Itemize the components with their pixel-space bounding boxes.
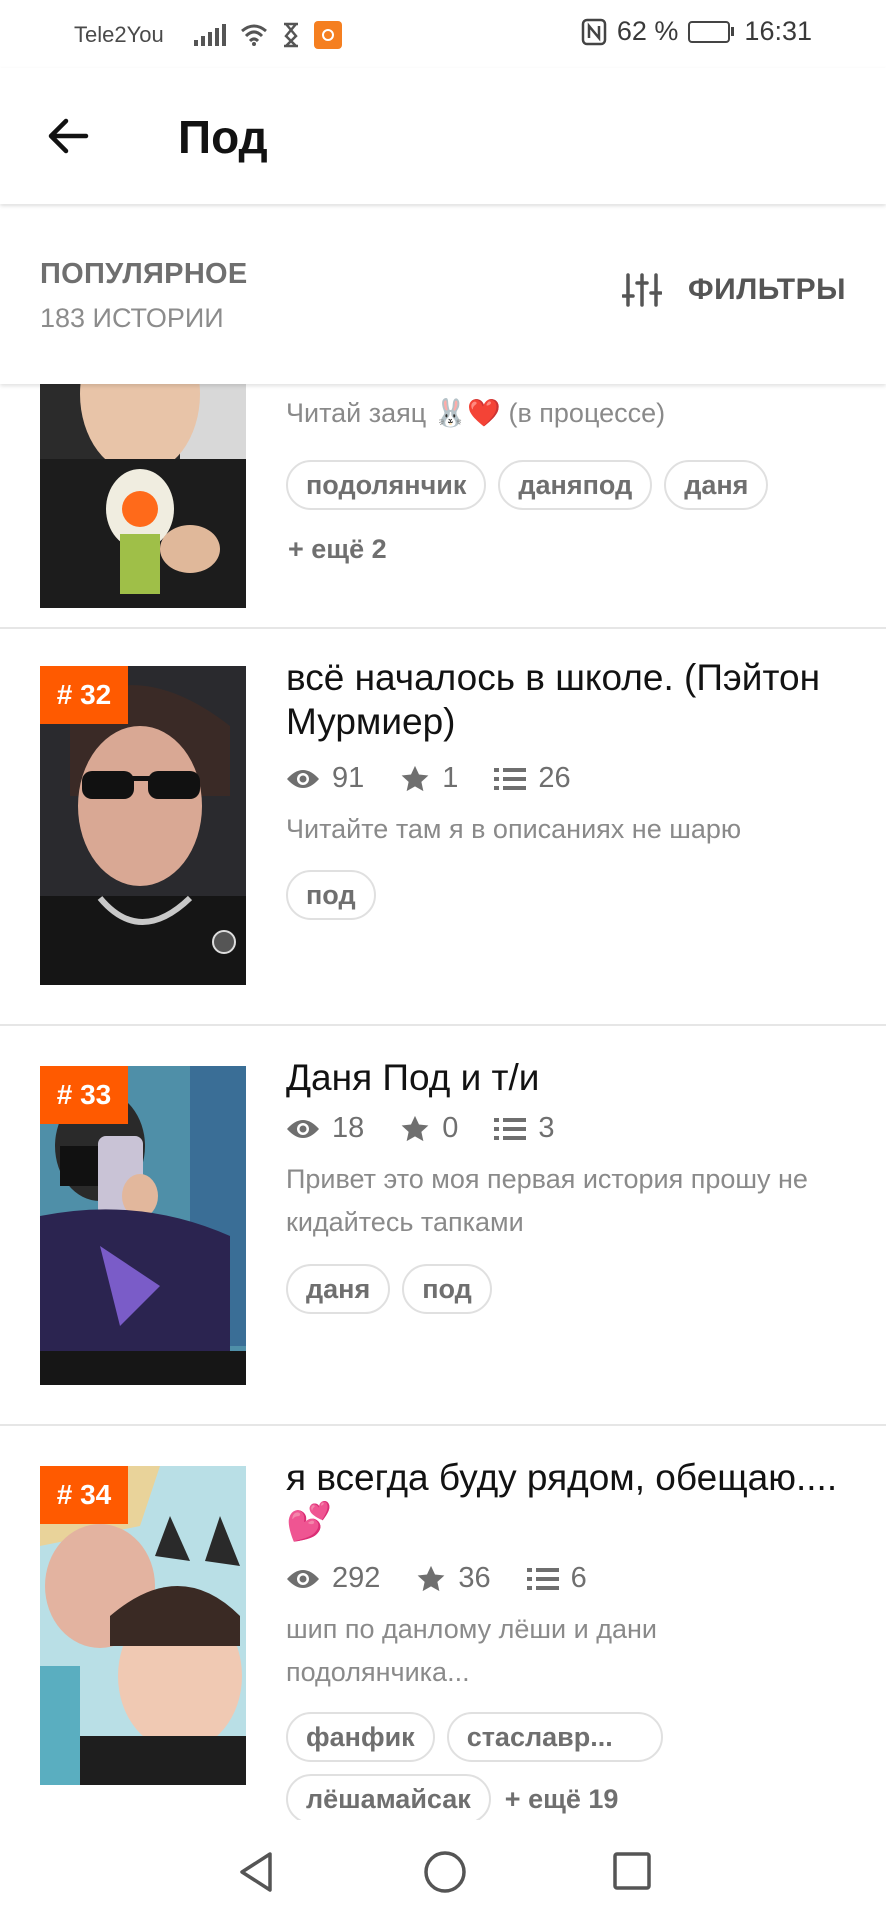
story-tags: подолянчик даняпод даня bbox=[286, 460, 866, 510]
story-description: шип по данлому лёши и дани подолянчика..… bbox=[286, 1614, 657, 1687]
hourglass-icon bbox=[283, 22, 298, 48]
eye-icon bbox=[287, 769, 319, 788]
views-count: 18 bbox=[332, 1112, 365, 1144]
status-bar: Tele2You 62 % 16:31 bbox=[0, 0, 886, 68]
page-title: Под bbox=[178, 111, 268, 163]
tag-chip[interactable]: стаславр... bbox=[446, 1712, 663, 1762]
story-cover-image[interactable]: # 32 bbox=[40, 666, 246, 985]
back-button[interactable] bbox=[40, 112, 96, 160]
story-cover-image[interactable] bbox=[40, 384, 246, 608]
story-stats: 18 0 3 bbox=[286, 1112, 591, 1145]
list-icon bbox=[494, 767, 527, 790]
views-count: 91 bbox=[332, 762, 365, 794]
battery-percent: 62 % bbox=[616, 16, 679, 46]
story-item[interactable]: Читай заяц 🐰❤️ (в процессе) подолянчик д… bbox=[0, 384, 886, 629]
story-tags: фанфик стаславр... лёшамайсак + ещё 19 bbox=[286, 1712, 866, 1820]
tag-chip[interactable]: даняпод bbox=[498, 460, 653, 510]
story-item[interactable]: # 34 я всегда буду рядом, обещаю.... 💕 2… bbox=[0, 1426, 886, 1820]
story-title[interactable]: Даня Под и т/и bbox=[286, 1056, 846, 1100]
more-tags-link[interactable]: + ещё 19 bbox=[503, 1784, 619, 1815]
tag-chip[interactable]: под bbox=[286, 870, 376, 920]
star-icon bbox=[401, 1115, 429, 1141]
story-cover-image[interactable]: # 34 bbox=[40, 1466, 246, 1785]
app-bar: Под bbox=[0, 68, 886, 204]
carrier-name: Tele2You bbox=[74, 22, 164, 47]
battery-icon bbox=[688, 20, 735, 43]
eye-icon bbox=[287, 1119, 319, 1138]
story-description: Читай заяц 🐰❤️ (в процессе) bbox=[286, 398, 666, 428]
list-icon bbox=[526, 1567, 559, 1590]
parts-count: 6 bbox=[570, 1562, 587, 1594]
tag-chip[interactable]: фанфик bbox=[286, 1712, 435, 1762]
votes-count: 36 bbox=[458, 1562, 491, 1594]
tag-chip[interactable]: даня bbox=[286, 1264, 391, 1314]
cell-signal-icon bbox=[193, 24, 226, 46]
tag-chip[interactable]: лёшамайсак bbox=[286, 1774, 491, 1820]
star-icon bbox=[401, 765, 429, 791]
sort-label[interactable]: ПОПУЛЯРНОЕ bbox=[40, 258, 248, 291]
votes-count: 1 bbox=[442, 762, 459, 794]
story-description: Привет это моя первая история прошу не к… bbox=[286, 1164, 808, 1237]
story-count: 183 ИСТОРИИ bbox=[40, 303, 224, 333]
list-icon bbox=[494, 1117, 527, 1140]
story-stats: 91 1 26 bbox=[286, 762, 607, 795]
screen-record-icon bbox=[313, 21, 342, 49]
story-tags: даня под bbox=[286, 1264, 866, 1314]
sort-filter-bar: ПОПУЛЯРНОЕ 183 ИСТОРИИ ФИЛЬТРЫ bbox=[0, 206, 886, 384]
story-title[interactable]: я всегда буду рядом, обещаю.... 💕 bbox=[286, 1456, 846, 1544]
system-nav-bar bbox=[0, 1820, 886, 1920]
rank-badge: # 33 bbox=[40, 1066, 128, 1124]
nav-home-icon[interactable] bbox=[423, 1850, 467, 1894]
wifi-icon bbox=[240, 24, 267, 46]
story-item[interactable]: # 32 всё началось в школе. (Пэйтон Мурми… bbox=[0, 626, 886, 1026]
views-count: 292 bbox=[332, 1562, 381, 1594]
rank-badge: # 32 bbox=[40, 666, 128, 724]
story-list[interactable]: Читай заяц 🐰❤️ (в процессе) подолянчик д… bbox=[0, 384, 886, 1820]
more-tags-link[interactable]: + ещё 2 bbox=[286, 534, 387, 565]
story-title[interactable]: всё началось в школе. (Пэйтон Мурмиер) bbox=[286, 656, 846, 744]
rank-badge: # 34 bbox=[40, 1466, 128, 1524]
nfc-icon bbox=[581, 18, 607, 45]
nav-back-icon[interactable] bbox=[236, 1850, 276, 1894]
arrow-left-icon bbox=[48, 118, 89, 154]
sliders-icon bbox=[622, 273, 663, 307]
tag-chip[interactable]: под bbox=[402, 1264, 492, 1314]
story-description: Читайте там я в описаниях не шарю bbox=[286, 814, 742, 844]
story-cover-image[interactable]: # 33 bbox=[40, 1066, 246, 1385]
parts-count: 3 bbox=[538, 1112, 555, 1144]
filters-label: ФИЛЬТРЫ bbox=[688, 273, 846, 306]
clock: 16:31 bbox=[744, 16, 812, 46]
parts-count: 26 bbox=[538, 762, 571, 794]
story-item[interactable]: # 33 Даня Под и т/и 18 0 3 Привет это мо… bbox=[0, 1026, 886, 1426]
tag-chip[interactable]: даня bbox=[664, 460, 769, 510]
nav-recent-apps-icon[interactable] bbox=[612, 1851, 652, 1891]
filters-button[interactable]: ФИЛЬТРЫ bbox=[622, 272, 846, 308]
votes-count: 0 bbox=[442, 1112, 459, 1144]
story-stats: 292 36 6 bbox=[286, 1562, 623, 1595]
tag-chip[interactable]: подолянчик bbox=[286, 460, 487, 510]
story-tags: под bbox=[286, 870, 866, 920]
eye-icon bbox=[287, 1569, 319, 1588]
star-icon bbox=[418, 1565, 445, 1591]
